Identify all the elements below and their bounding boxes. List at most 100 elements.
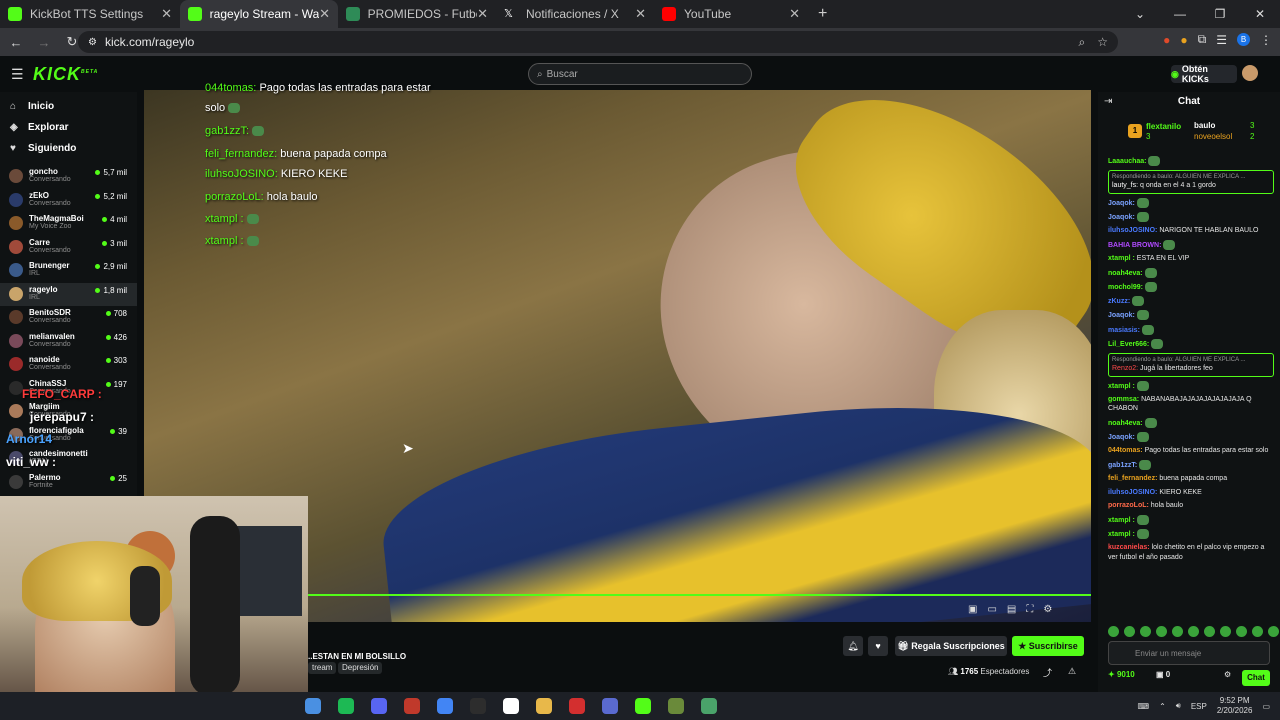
chat-message[interactable]: Joaqok: <box>1108 310 1274 321</box>
chat-message[interactable]: BAHIA BROWN: <box>1108 239 1274 250</box>
url-field[interactable]: ⚙ kick.com/rageylo ⌕ ☆ <box>78 31 1118 53</box>
extension-red-icon[interactable]: ● <box>1163 33 1170 47</box>
notifications-icon[interactable]: ▭ <box>1262 702 1270 711</box>
chat-username[interactable]: Joaqok: <box>1108 312 1135 319</box>
voicemod-icon[interactable] <box>404 698 420 714</box>
chat-username[interactable]: xtampl : <box>1108 531 1135 538</box>
nav-explorar[interactable]: ◈ Explorar <box>0 117 137 138</box>
subscribe-button[interactable]: ★ Suscribirse <box>1012 636 1084 656</box>
obs-icon[interactable] <box>470 698 486 714</box>
chat-message[interactable]: noah4eva: <box>1108 417 1274 428</box>
chat-message[interactable]: xtampl : <box>1108 380 1274 391</box>
chat-message[interactable]: xtampl : <box>1108 514 1274 525</box>
clock[interactable]: 9:52 PM 2/20/2026 <box>1217 696 1253 715</box>
sidebar-channel-goncho[interactable]: goncho Conversando 5,7 mil <box>0 165 137 189</box>
puzzle-icon[interactable]: ⧉ <box>1198 32 1207 47</box>
keyboard-icon[interactable]: ⌨ <box>1138 702 1150 711</box>
hamburger-menu-icon[interactable]: ☰ <box>11 66 24 83</box>
chrome-icon[interactable] <box>437 698 453 714</box>
chat-username[interactable]: iluhsoJOSINO: <box>1108 227 1157 234</box>
app-icon[interactable] <box>305 698 321 714</box>
tab-rageylo[interactable]: rageylo Stream - Watch Liv ✕ <box>180 0 338 28</box>
chat-username[interactable]: xtampl : <box>1108 516 1135 523</box>
chat-message[interactable]: feli_fernandez: buena papada compa <box>1108 474 1274 483</box>
back-icon[interactable]: ← <box>4 35 28 50</box>
chat-username[interactable]: Laaauchaa: <box>1108 158 1147 165</box>
search-input[interactable]: ⌕ Buscar <box>528 63 752 85</box>
kick-icon[interactable] <box>635 698 651 714</box>
pip-icon[interactable]: ▤ <box>1007 604 1016 615</box>
tab-search-icon[interactable]: ⌄ <box>1120 7 1160 21</box>
notification-bell-icon[interactable]: 🔔︎ <box>843 636 863 656</box>
emote-icon[interactable] <box>1188 626 1199 637</box>
language-indicator[interactable]: ESP <box>1191 702 1207 711</box>
sidebar-channel-themagmaboi[interactable]: TheMagmaBoi My Voice Zoo 4 mil <box>0 212 137 236</box>
chat-username[interactable]: gommsa: <box>1108 396 1139 403</box>
emote-icon[interactable] <box>1172 626 1183 637</box>
user-avatar[interactable] <box>1242 65 1258 81</box>
tab-kickbot[interactable]: KickBot TTS Settings ✕ <box>0 0 180 28</box>
chat-message[interactable]: Joaqok: <box>1108 432 1274 443</box>
kicks-balance[interactable]: ✦ 9010 <box>1108 670 1135 679</box>
emote-icon[interactable] <box>1220 626 1231 637</box>
chat-username[interactable]: kuzcanielas: <box>1108 544 1150 551</box>
nav-siguiendo[interactable]: ♥ Siguiendo <box>0 138 137 159</box>
chat-username[interactable]: xtampl : <box>1108 383 1135 390</box>
emote-icon[interactable] <box>1108 626 1119 637</box>
stream-tag[interactable]: tream <box>308 662 337 674</box>
chat-message[interactable]: xtampl : <box>1108 528 1274 539</box>
zoom-icon[interactable]: ⌕ <box>1079 35 1086 50</box>
follow-heart-icon[interactable]: ♥ <box>868 636 888 656</box>
app-icon[interactable] <box>701 698 717 714</box>
chat-username[interactable]: Renzo2: <box>1112 365 1138 372</box>
chat-username[interactable]: xtampl : <box>1108 255 1135 262</box>
profile-avatar-icon[interactable]: B <box>1237 33 1250 46</box>
opera-icon[interactable] <box>569 698 585 714</box>
settings-gear-icon[interactable]: ⚙ <box>1043 604 1052 615</box>
emote-icon[interactable] <box>1140 626 1151 637</box>
app-icon[interactable] <box>503 698 519 714</box>
chat-username[interactable]: Joaqok: <box>1108 214 1135 221</box>
sidebar-channel-brunenger[interactable]: Brunenger IRL 2,9 mil <box>0 259 137 283</box>
extension-color-icon[interactable]: ● <box>1180 33 1187 47</box>
report-icon[interactable]: ⚠ <box>1068 666 1076 677</box>
chat-message[interactable]: Lil_Ever666: <box>1108 338 1274 349</box>
chat-username[interactable]: 044tomas: <box>1108 447 1143 454</box>
volume-icon[interactable]: 🔊︎ <box>1176 701 1181 711</box>
chat-message[interactable]: mochol99: <box>1108 281 1274 292</box>
chat-message[interactable]: gommsa: NABANABAJAJAJAJAJAJAJAJA Q CHABO… <box>1108 395 1274 414</box>
sidebar-channel-carre[interactable]: Carre Conversando 3 mil <box>0 236 137 260</box>
close-icon[interactable]: ✕ <box>319 6 330 22</box>
chat-message[interactable]: porrazoLoL: hola baulo <box>1108 501 1274 510</box>
close-icon[interactable]: ✕ <box>477 6 488 22</box>
emote-icon[interactable] <box>1268 626 1279 637</box>
discord-icon[interactable] <box>371 698 387 714</box>
tab-x[interactable]: 𝕏 Notificaciones / X ✕ <box>496 0 654 28</box>
chat-username[interactable]: mochol99: <box>1108 284 1143 291</box>
app-icon[interactable] <box>602 698 618 714</box>
chat-message[interactable]: masiasis: <box>1108 324 1274 335</box>
chat-username[interactable]: noah4eva: <box>1108 420 1143 427</box>
sidebar-channel-rageylo[interactable]: rageylo IRL 1,8 mil <box>0 282 137 306</box>
close-window-icon[interactable]: ✕ <box>1240 7 1280 21</box>
sidebar-channel-nanoide[interactable]: nanoide Conversando 303 <box>0 353 137 377</box>
chat-message[interactable]: iluhsoJOSINO: KIERO KEKE <box>1108 488 1274 497</box>
sidebar-channel-benitosdr[interactable]: BenitoSDR Conversando 708 <box>0 306 137 330</box>
spotify-icon[interactable] <box>338 698 354 714</box>
chevron-up-icon[interactable]: ⌃ <box>1159 702 1166 711</box>
chat-username[interactable]: gab1zzT: <box>1108 462 1137 469</box>
chat-username[interactable]: lauty_fs: <box>1112 182 1138 189</box>
emote-icon[interactable] <box>1252 626 1263 637</box>
forward-icon[interactable]: → <box>32 35 56 50</box>
nav-inicio[interactable]: ⌂ Inicio <box>0 96 137 117</box>
chat-username[interactable]: feli_fernandez: <box>1108 475 1157 482</box>
chat-message[interactable]: Laaauchaa: <box>1108 156 1274 166</box>
folder-icon[interactable] <box>536 698 552 714</box>
chat-username[interactable]: noah4eva: <box>1108 269 1143 276</box>
chat-message[interactable]: 044tomas: Pago todas las entradas para e… <box>1108 446 1274 455</box>
gift-leaderboard[interactable]: 1 flextanilo 3 baulo 3 noveoelsol 2 <box>1108 120 1278 156</box>
chat-message[interactable]: zKuzz: <box>1108 296 1274 307</box>
gift-subs-button[interactable]: 🎁︎ Regala Suscripciones <box>895 636 1007 656</box>
reading-list-icon[interactable]: ☰ <box>1216 33 1227 47</box>
chat-settings-icon[interactable]: ⚙ <box>1224 670 1231 679</box>
